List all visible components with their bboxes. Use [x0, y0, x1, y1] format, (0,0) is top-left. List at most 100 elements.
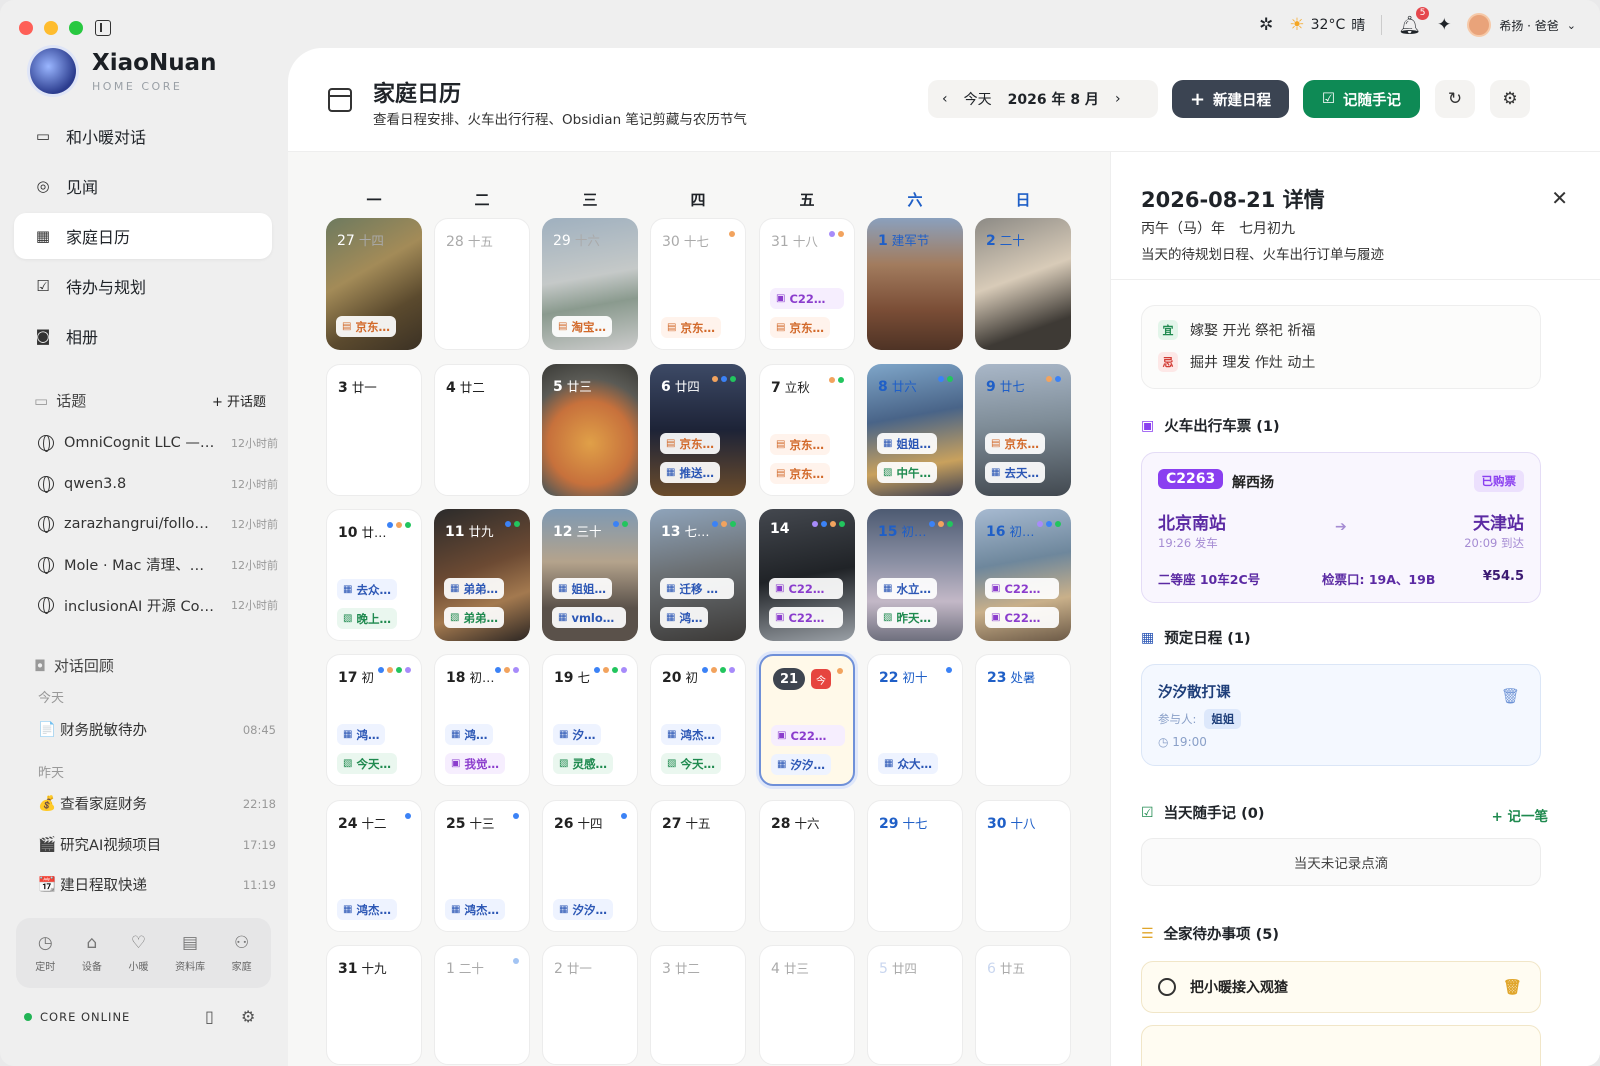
- calendar-day-cell[interactable]: 17 初 ▦ 鸿… ▧ 今天…: [326, 654, 422, 786]
- event-chip[interactable]: ▤ 京东…: [336, 316, 396, 337]
- gear-icon[interactable]: ⚙: [241, 1007, 255, 1026]
- calendar-day-cell[interactable]: 16 初… ▣ C22… ▣ C22…: [975, 509, 1071, 641]
- tool-timer[interactable]: ◷ 定时: [35, 933, 55, 973]
- event-chip[interactable]: ▧ 弟弟…: [444, 607, 504, 628]
- calendar-day-cell[interactable]: 24 十二 ▦ 鸿杰…: [326, 800, 422, 932]
- topic-item[interactable]: qwen3.8 12小时前: [38, 464, 278, 505]
- event-chip[interactable]: ▦ 迁移 …: [660, 578, 734, 599]
- calendar-day-cell[interactable]: 4 廿三: [759, 945, 855, 1065]
- todo-item[interactable]: [1141, 1025, 1541, 1066]
- event-chip[interactable]: ▣ C22…: [771, 725, 845, 746]
- calendar-day-cell[interactable]: 26 十四 ▦ 汐汐…: [542, 800, 638, 932]
- event-chip[interactable]: ▦ 去众…: [337, 579, 397, 600]
- nav-todo[interactable]: ☑ 待办与规划: [14, 263, 272, 309]
- today-button[interactable]: 今天: [964, 89, 992, 109]
- close-icon[interactable]: ✕: [1551, 186, 1568, 210]
- event-card[interactable]: 汐汐散打课 参与人: 姐姐 ◷ 19:00 🗑︎: [1141, 664, 1541, 766]
- calendar-day-cell[interactable]: 23 处暑: [975, 654, 1071, 786]
- next-month-button[interactable]: ›: [1115, 91, 1121, 107]
- event-chip[interactable]: ▦ 众大…: [878, 753, 938, 774]
- weather-widget[interactable]: ☀ 32°C 晴: [1289, 15, 1365, 35]
- calendar-day-cell[interactable]: 27 十四 ▤ 京东…: [326, 218, 422, 350]
- calendar-day-cell[interactable]: 21 今 ▣ C22… ▦ 汐汐…: [759, 654, 855, 786]
- event-chip[interactable]: ▧ 昨天…: [877, 607, 937, 628]
- calendar-day-cell[interactable]: 10 廿… ▦ 去众… ▧ 晚上…: [326, 509, 422, 641]
- calendar-day-cell[interactable]: 5 廿三: [542, 364, 638, 496]
- nav-chat[interactable]: ▭ 和小暖对话: [14, 113, 272, 159]
- calendar-day-cell[interactable]: 7 立秋 ▤ 京东… ▤ 京东…: [759, 364, 855, 496]
- prev-month-button[interactable]: ‹: [942, 91, 948, 107]
- tool-xiaonuan[interactable]: ♡ 小暖: [128, 933, 148, 973]
- event-chip[interactable]: ▦ 水立…: [877, 578, 937, 599]
- add-topic-button[interactable]: + 开话题: [212, 391, 266, 410]
- event-chip[interactable]: ▤ 淘宝…: [552, 316, 612, 337]
- bug-icon[interactable]: ✲: [1259, 15, 1273, 35]
- topic-item[interactable]: OmniCognit LLC —… 12小时前: [38, 423, 278, 464]
- calendar-day-cell[interactable]: 2 二十: [975, 218, 1071, 350]
- event-chip[interactable]: ▦ 鸿杰…: [661, 724, 721, 745]
- quick-note-button[interactable]: ☑ 记随手记: [1303, 80, 1420, 118]
- event-chip[interactable]: ▧ 今天…: [337, 753, 397, 774]
- nav-discover[interactable]: ◎ 见闻: [14, 163, 272, 209]
- settings-button[interactable]: ⚙: [1490, 80, 1530, 118]
- calendar-day-cell[interactable]: 31 十九: [326, 945, 422, 1065]
- calendar-day-cell[interactable]: 2 廿一: [542, 945, 638, 1065]
- add-note-button[interactable]: + 记一笔: [1491, 805, 1548, 825]
- event-chip[interactable]: ▤ 京东…: [770, 463, 830, 484]
- event-chip[interactable]: ▦ 姐姐…: [552, 578, 612, 599]
- event-chip[interactable]: ▣ C22…: [985, 578, 1059, 599]
- event-chip[interactable]: ▦ 汐…: [553, 724, 602, 745]
- calendar-day-cell[interactable]: 15 初… ▦ 水立… ▧ 昨天…: [867, 509, 963, 641]
- event-chip[interactable]: ▦ 鸿…: [445, 724, 494, 745]
- tablet-icon[interactable]: ▯: [205, 1007, 214, 1026]
- calendar-day-cell[interactable]: 19 七 ▦ 汐… ▧ 灵感…: [542, 654, 638, 786]
- nav-album[interactable]: ◙ 相册: [14, 313, 272, 359]
- calendar-day-cell[interactable]: 30 十八: [975, 800, 1071, 932]
- bell-icon[interactable]: 🔔︎ 5: [1398, 6, 1430, 36]
- event-chip[interactable]: ▤ 京东…: [661, 317, 721, 338]
- trash-icon[interactable]: 🗑︎: [1501, 687, 1520, 705]
- event-chip[interactable]: ▦ 鸿杰…: [337, 899, 397, 920]
- todo-checkbox[interactable]: [1158, 978, 1176, 996]
- calendar-day-cell[interactable]: 4 廿二: [434, 364, 530, 496]
- calendar-day-cell[interactable]: 8 廿六 ▦ 姐姐… ▧ 中午…: [867, 364, 963, 496]
- event-chip[interactable]: ▤ 京东…: [660, 433, 720, 454]
- event-chip[interactable]: ▣ 我觉…: [445, 753, 505, 774]
- event-chip[interactable]: ▦ 汐汐…: [771, 754, 831, 775]
- calendar-day-cell[interactable]: 6 廿五: [975, 945, 1071, 1065]
- review-item[interactable]: 📄 财务脱敏待办 08:45: [38, 719, 276, 740]
- event-chip[interactable]: ▤ 京东…: [770, 317, 830, 338]
- event-chip[interactable]: ▤ 京东…: [985, 433, 1045, 454]
- event-chip[interactable]: ▦ 汐汐…: [553, 899, 613, 920]
- topic-item[interactable]: Mole · Mac 清理、… 12小时前: [38, 545, 278, 586]
- calendar-day-cell[interactable]: 3 廿一: [326, 364, 422, 496]
- event-chip[interactable]: ▦ 推送…: [660, 462, 720, 483]
- event-chip[interactable]: ▧ 晚上…: [337, 608, 397, 629]
- event-chip[interactable]: ▦ vmlo…: [552, 607, 626, 628]
- calendar-day-cell[interactable]: 27 十五: [650, 800, 746, 932]
- calendar-day-cell[interactable]: 18 初… ▦ 鸿… ▣ 我觉…: [434, 654, 530, 786]
- tool-library[interactable]: ▤ 资料库: [175, 933, 205, 973]
- trash-icon[interactable]: 🗑︎: [1503, 978, 1522, 996]
- todo-item[interactable]: 把小暖接入观猹 🗑︎: [1141, 961, 1541, 1013]
- calendar-day-cell[interactable]: 1 二十: [434, 945, 530, 1065]
- tool-devices[interactable]: ⌂ 设备: [82, 933, 102, 973]
- calendar-day-cell[interactable]: 22 初十 ▦ 众大…: [867, 654, 963, 786]
- nav-family-calendar[interactable]: ▦ 家庭日历: [14, 213, 272, 259]
- user-menu[interactable]: 希扬 · 爸爸 ⌄: [1467, 13, 1576, 37]
- event-chip[interactable]: ▦ 鸿…: [337, 724, 386, 745]
- calendar-day-cell[interactable]: 28 十六: [759, 800, 855, 932]
- event-chip[interactable]: ▤ 京东…: [770, 434, 830, 455]
- calendar-day-cell[interactable]: 30 十七 ▤ 京东…: [650, 218, 746, 350]
- new-event-button[interactable]: + 新建日程: [1172, 80, 1289, 118]
- calendar-day-cell[interactable]: 29 十七: [867, 800, 963, 932]
- calendar-day-cell[interactable]: 28 十五: [434, 218, 530, 350]
- event-chip[interactable]: ▦ 去天…: [985, 462, 1045, 483]
- refresh-button[interactable]: ↻: [1435, 80, 1475, 118]
- event-chip[interactable]: ▧ 中午…: [877, 462, 937, 483]
- calendar-day-cell[interactable]: 31 十八 ▣ C22… ▤ 京东…: [759, 218, 855, 350]
- event-chip[interactable]: ▦ 鸿杰…: [445, 899, 505, 920]
- event-chip[interactable]: ▣ C22…: [769, 578, 843, 599]
- calendar-day-cell[interactable]: 29 十六 ▤ 淘宝…: [542, 218, 638, 350]
- event-chip[interactable]: ▧ 灵感…: [553, 753, 613, 774]
